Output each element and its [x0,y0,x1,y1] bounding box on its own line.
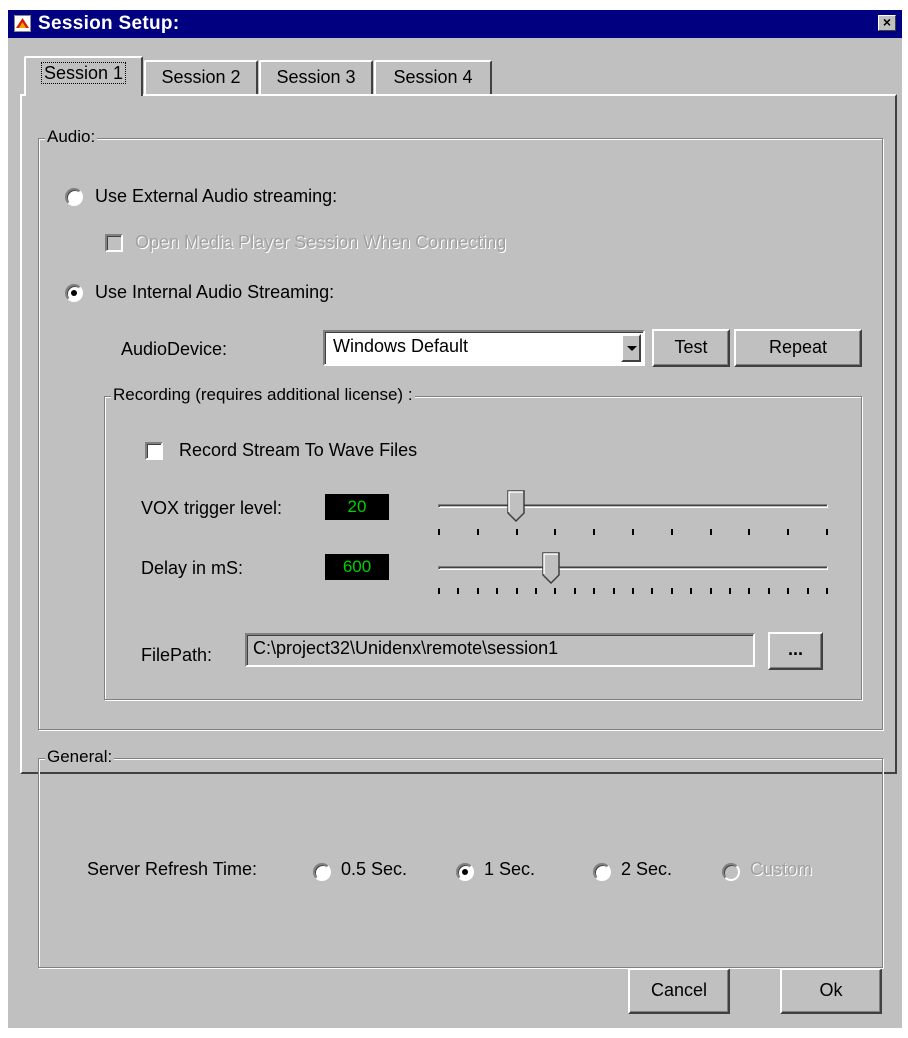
recording-legend: Recording (requires additional license) … [111,385,415,405]
slider-tick [632,588,634,594]
server-refresh-label: Server Refresh Time: [87,859,258,879]
slider-tick [768,588,770,594]
slider-tick [807,588,809,594]
audio-device-value: Windows Default [333,336,469,356]
tab-label: Session 3 [276,67,356,87]
refresh-radio-2-sec[interactable] [593,863,611,881]
slider-tick [748,588,750,594]
open-media-player-checkbox[interactable] [105,234,123,252]
tab-session-4[interactable]: Session 4 [374,60,492,94]
slider-tick [516,588,518,594]
audio-group: Audio: Use External Audio streaming: Ope… [38,127,883,730]
external-audio-label: Use External Audio streaming: [95,186,338,206]
vox-slider-ticks [438,529,828,537]
slider-tick [632,529,634,535]
slider-tick [477,529,479,535]
cancel-button[interactable]: Cancel [628,968,730,1014]
general-group: General: Server Refresh Time: 0.5 Sec. 1… [38,747,883,968]
refresh-option-label: 1 Sec. [484,859,536,879]
external-audio-radio[interactable] [65,188,83,206]
delay-label: Delay in mS: [141,558,244,578]
record-wave-label: Record Stream To Wave Files [179,440,418,460]
slider-tick [516,529,518,535]
filepath-field[interactable]: C:\project32\Unidenx\remote\session1 [245,633,755,667]
slider-tick [787,529,789,535]
vox-value-display: 20 [325,494,389,520]
tab-session-3[interactable]: Session 3 [259,60,373,94]
slider-tick [826,588,828,594]
slider-tick [438,529,440,535]
chevron-down-icon[interactable] [621,334,641,362]
filepath-label: FilePath: [141,645,213,665]
vox-slider-track[interactable] [438,504,828,508]
refresh-radio-1-sec[interactable] [456,863,474,881]
slider-tick [748,529,750,535]
tab-panel-session-1: Audio: Use External Audio streaming: Ope… [20,94,897,968]
refresh-radio-0-5-sec[interactable] [313,863,331,881]
slider-tick [438,588,440,594]
slider-tick [671,588,673,594]
recording-group: Recording (requires additional license) … [104,385,862,700]
slider-tick [593,529,595,535]
slider-tick [496,588,498,594]
tab-session-2[interactable]: Session 2 [144,60,258,94]
tab-label: Session 2 [161,67,241,87]
slider-tick [826,529,828,535]
browse-button[interactable]: ... [768,632,823,670]
general-legend: General: [45,747,115,767]
close-icon[interactable]: × [878,15,896,31]
vox-trigger-label: VOX trigger level: [141,498,283,518]
title-bar[interactable]: Session Setup: × [8,10,902,38]
window-title: Session Setup: [38,13,180,34]
open-media-player-label: Open Media Player Session When Connectin… [135,232,507,252]
tab-label: Session 1 [40,62,127,84]
slider-tick [690,588,692,594]
slider-tick [710,529,712,535]
slider-tick [671,529,673,535]
slider-tick [477,588,479,594]
audio-device-label: AudioDevice: [121,339,228,359]
vox-slider-thumb[interactable] [507,490,525,527]
tab-session-1[interactable]: Session 1 [24,56,143,96]
delay-value-display: 600 [325,554,389,580]
app-logo-icon [14,15,31,32]
record-wave-checkbox[interactable] [145,442,163,460]
slider-tick [593,588,595,594]
refresh-radio-custom[interactable] [722,863,740,881]
refresh-option-label: Custom [750,859,813,879]
session-setup-dialog: Session Setup: × Session 1 Session 2 Ses… [8,10,902,1028]
slider-tick [554,529,556,535]
repeat-button[interactable]: Repeat [734,329,862,367]
refresh-option-label: 0.5 Sec. [341,859,408,879]
internal-audio-label: Use Internal Audio Streaming: [95,282,335,302]
slider-tick [613,588,615,594]
delay-slider-thumb[interactable] [542,552,560,589]
audio-device-select[interactable]: Windows Default [323,330,645,366]
delay-slider-track[interactable] [438,566,828,570]
slider-tick [535,588,537,594]
slider-tick [554,588,556,594]
audio-legend: Audio: [45,127,98,147]
refresh-option-label: 2 Sec. [621,859,673,879]
test-button[interactable]: Test [652,329,730,367]
slider-tick [457,588,459,594]
ok-button[interactable]: Ok [780,968,882,1014]
slider-tick [710,588,712,594]
slider-tick [787,588,789,594]
slider-tick [651,588,653,594]
delay-slider-ticks [438,588,828,596]
tab-label: Session 4 [393,67,473,87]
slider-tick [574,588,576,594]
slider-tick [729,588,731,594]
internal-audio-radio[interactable] [65,284,83,302]
